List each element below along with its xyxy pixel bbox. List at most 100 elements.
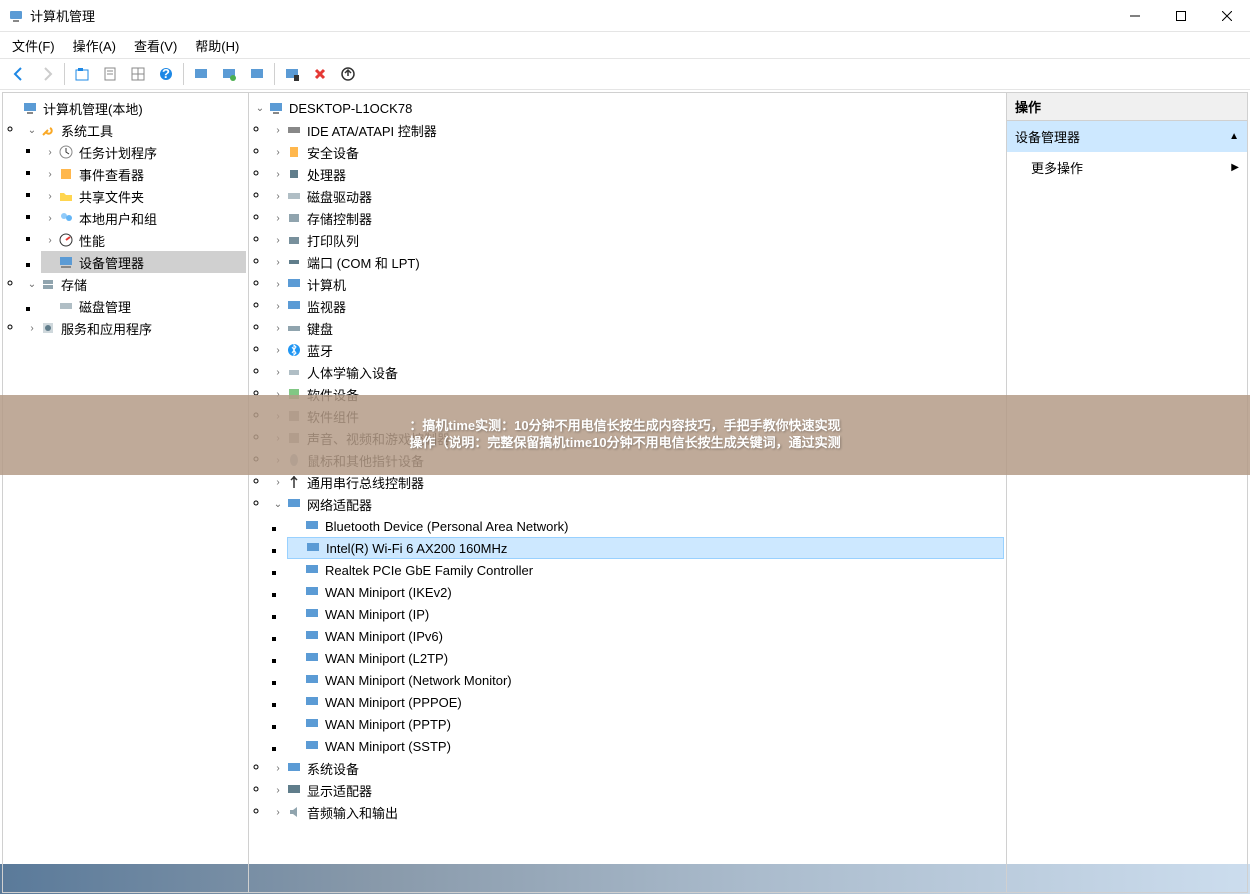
app-icon	[8, 8, 24, 24]
device-category-monitor[interactable]: ›监视器	[269, 295, 1004, 317]
blank-icon	[289, 607, 303, 621]
chevron-right-icon: ›	[43, 233, 57, 247]
device-category-bluetooth[interactable]: ›蓝牙	[269, 339, 1004, 361]
tree-item-performance[interactable]: › 性能	[41, 229, 246, 251]
tree-item-shared-folders[interactable]: ›共享文件夹	[41, 185, 246, 207]
device-category-label: 磁盘驱动器	[307, 187, 372, 206]
chevron-icon: ›	[271, 167, 285, 181]
minimize-button[interactable]	[1112, 0, 1158, 32]
network-adapter-label: WAN Miniport (SSTP)	[325, 739, 451, 754]
chevron-down-icon	[7, 101, 21, 115]
tree-item-task-scheduler[interactable]: ›任务计划程序	[41, 141, 246, 163]
tree-label: 性能	[79, 231, 105, 250]
tree-item-device-manager[interactable]: 设备管理器	[41, 251, 246, 273]
network-adapter-icon	[303, 671, 321, 689]
titlebar: 计算机管理	[0, 0, 1250, 32]
device-category-display[interactable]: ›显示适配器	[269, 779, 1004, 801]
device-category-disk[interactable]: ›磁盘驱动器	[269, 185, 1004, 207]
blank-icon	[289, 629, 303, 643]
menu-help[interactable]: 帮助(H)	[195, 36, 239, 55]
update-driver-button[interactable]	[335, 61, 361, 87]
tree-item-event-viewer[interactable]: ›事件查看器	[41, 163, 246, 185]
device-category-storage[interactable]: ›存储控制器	[269, 207, 1004, 229]
device-category-cpu[interactable]: ›处理器	[269, 163, 1004, 185]
device-category-hid[interactable]: ›人体学输入设备	[269, 361, 1004, 383]
device-root[interactable]: ⌄ DESKTOP-L1OCK78	[251, 97, 1004, 119]
chevron-icon: ›	[271, 145, 285, 159]
toolbar-btn-5[interactable]	[125, 61, 151, 87]
device-category-keyboard[interactable]: ›键盘	[269, 317, 1004, 339]
network-adapter-item[interactable]: Realtek PCIe GbE Family Controller	[287, 559, 1004, 581]
device-category-audio[interactable]: ›音频输入和输出	[269, 801, 1004, 823]
network-adapter-item[interactable]: WAN Miniport (IP)	[287, 603, 1004, 625]
tree-item-disk-mgmt[interactable]: 磁盘管理	[41, 295, 246, 317]
chevron-icon: ›	[271, 321, 285, 335]
device-category-ports[interactable]: ›端口 (COM 和 LPT)	[269, 251, 1004, 273]
tree-item-local-users[interactable]: ›本地用户和组	[41, 207, 246, 229]
action-more[interactable]: 更多操作 ▶	[1007, 152, 1247, 183]
device-category-computer[interactable]: ›计算机	[269, 273, 1004, 295]
close-button[interactable]	[1204, 0, 1250, 32]
display-icon	[285, 781, 303, 799]
action-label: 设备管理器	[1015, 127, 1080, 146]
menu-action[interactable]: 操作(A)	[73, 36, 116, 55]
menu-view[interactable]: 查看(V)	[134, 36, 177, 55]
tree-item-computer-management[interactable]: 计算机管理(本地)	[5, 97, 246, 119]
device-category-label: 端口 (COM 和 LPT)	[307, 253, 420, 272]
cpu-icon	[285, 165, 303, 183]
tree-item-services-apps[interactable]: ›服务和应用程序	[23, 317, 246, 339]
blank-icon	[289, 717, 303, 731]
help-button[interactable]: ?	[153, 61, 179, 87]
toolbar-btn-8[interactable]	[216, 61, 242, 87]
actions-pane: 操作 设备管理器 ▲ 更多操作 ▶	[1007, 93, 1247, 892]
network-adapter-item[interactable]: WAN Miniport (PPPOE)	[287, 691, 1004, 713]
device-category-label: 人体学输入设备	[307, 363, 398, 382]
toolbar-btn-7[interactable]	[188, 61, 214, 87]
toolbar-btn-9[interactable]	[244, 61, 270, 87]
device-root-label: DESKTOP-L1OCK78	[289, 101, 412, 116]
network-adapter-item[interactable]: Bluetooth Device (Personal Area Network)	[287, 515, 1004, 537]
device-category-label: 打印队列	[307, 231, 359, 250]
chevron-down-icon: ⌄	[25, 277, 39, 291]
tree-item-system-tools[interactable]: ⌄ 系统工具	[23, 119, 246, 141]
actions-header: 操作	[1007, 93, 1247, 121]
network-adapter-icon	[303, 627, 321, 645]
users-icon	[57, 209, 75, 227]
action-device-manager[interactable]: 设备管理器 ▲	[1007, 121, 1247, 152]
tree-label: 存储	[61, 275, 87, 294]
device-category-label: 监视器	[307, 297, 346, 316]
maximize-button[interactable]	[1158, 0, 1204, 32]
device-category-network[interactable]: ⌄网络适配器	[269, 493, 1004, 515]
device-category-security[interactable]: ›安全设备	[269, 141, 1004, 163]
device-category-ide[interactable]: ›IDE ATA/ATAPI 控制器	[269, 119, 1004, 141]
device-category-label: 通用串行总线控制器	[307, 473, 424, 492]
network-adapter-item[interactable]: WAN Miniport (SSTP)	[287, 735, 1004, 757]
menu-file[interactable]: 文件(F)	[12, 36, 55, 55]
up-button[interactable]	[69, 61, 95, 87]
network-adapter-label: Realtek PCIe GbE Family Controller	[325, 563, 533, 578]
forward-button[interactable]	[34, 61, 60, 87]
device-category-print[interactable]: ›打印队列	[269, 229, 1004, 251]
network-adapter-item[interactable]: WAN Miniport (Network Monitor)	[287, 669, 1004, 691]
device-category-label: 蓝牙	[307, 341, 333, 360]
hid-icon	[285, 363, 303, 381]
network-adapter-label: WAN Miniport (PPTP)	[325, 717, 451, 732]
properties-button[interactable]	[97, 61, 123, 87]
blank-icon	[289, 673, 303, 687]
network-adapter-item[interactable]: WAN Miniport (PPTP)	[287, 713, 1004, 735]
network-adapter-item[interactable]: WAN Miniport (IKEv2)	[287, 581, 1004, 603]
back-button[interactable]	[6, 61, 32, 87]
scan-hardware-button[interactable]	[279, 61, 305, 87]
tree-label: 任务计划程序	[79, 143, 157, 162]
device-tree-pane: ⌄ DESKTOP-L1OCK78 ›IDE ATA/ATAPI 控制器›安全设…	[249, 93, 1007, 892]
device-category-label: 计算机	[307, 275, 346, 294]
device-category-system_dev[interactable]: ›系统设备	[269, 757, 1004, 779]
ports-icon	[285, 253, 303, 271]
network-adapter-item[interactable]: Intel(R) Wi-Fi 6 AX200 160MHz	[287, 537, 1004, 559]
network-adapter-item[interactable]: WAN Miniport (IPv6)	[287, 625, 1004, 647]
network-adapter-item[interactable]: WAN Miniport (L2TP)	[287, 647, 1004, 669]
device-category-label: 显示适配器	[307, 781, 372, 800]
tree-item-storage[interactable]: ⌄ 存储	[23, 273, 246, 295]
uninstall-button[interactable]	[307, 61, 333, 87]
tree-label: 计算机管理(本地)	[43, 99, 143, 118]
